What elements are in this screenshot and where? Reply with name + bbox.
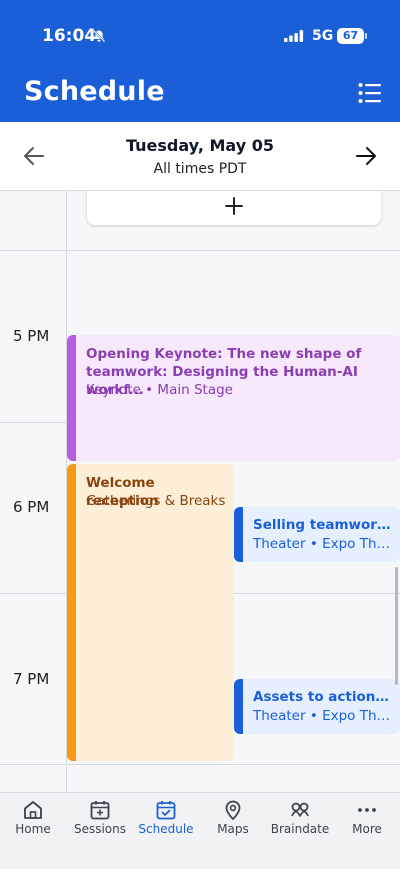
event-color-bar bbox=[67, 335, 76, 461]
status-bar: 16:04 5G 67 bbox=[0, 26, 400, 50]
timezone-label: All times PDT bbox=[153, 161, 247, 177]
tab-label: Maps bbox=[217, 822, 249, 836]
hour-line bbox=[0, 250, 400, 251]
add-event-button[interactable] bbox=[87, 191, 381, 225]
cellular-signal-icon bbox=[284, 30, 304, 42]
event-meta: Keynote • Main Stage bbox=[86, 382, 233, 398]
event-card-selling-teamwork[interactable]: Selling teamwork:... Theater • Expo The.… bbox=[234, 507, 400, 562]
date-navigator: Tuesday, May 05 All times PDT bbox=[0, 122, 400, 191]
list-view-icon[interactable] bbox=[358, 82, 382, 104]
app-header: 16:04 5G 67 Schedule bbox=[0, 0, 400, 122]
tab-label: Sessions bbox=[73, 822, 127, 836]
event-meta: Theater • Expo The... bbox=[253, 536, 393, 552]
tab-maps[interactable]: Maps bbox=[200, 793, 266, 849]
event-title: Selling teamwork:... bbox=[253, 517, 393, 533]
tab-label: Home bbox=[15, 822, 51, 836]
event-card-opening-keynote[interactable]: Opening Keynote: The new shape of teamwo… bbox=[67, 335, 400, 461]
battery-icon: 67 bbox=[337, 28, 367, 44]
tab-label: Braindate bbox=[270, 822, 330, 836]
calendar-check-icon bbox=[156, 801, 176, 820]
tab-braindate[interactable]: Braindate bbox=[267, 793, 333, 849]
tab-label: More bbox=[352, 822, 382, 836]
calendar-plus-icon bbox=[90, 801, 110, 820]
event-meta: Theater • Expo The... bbox=[253, 708, 393, 724]
bottom-tab-bar: Home Sessions Schedule Maps Braindate Mo… bbox=[0, 792, 400, 869]
map-pin-icon bbox=[225, 800, 241, 820]
muted-bell-icon bbox=[92, 29, 106, 43]
event-meta: Gatherings & Breaks bbox=[86, 493, 226, 509]
braindate-icon bbox=[291, 802, 309, 817]
home-icon bbox=[24, 801, 42, 819]
hour-line bbox=[0, 764, 400, 765]
tab-more[interactable]: More bbox=[334, 793, 400, 849]
event-title: Assets to action: A... bbox=[253, 689, 393, 705]
battery-level: 67 bbox=[337, 28, 364, 44]
selected-date: Tuesday, May 05 bbox=[125, 136, 274, 155]
page-title: Schedule bbox=[24, 76, 165, 107]
event-card-assets-to-action[interactable]: Assets to action: A... Theater • Expo Th… bbox=[234, 679, 400, 734]
next-day-arrow-icon[interactable] bbox=[354, 144, 378, 168]
event-color-bar bbox=[67, 464, 76, 761]
status-time: 16:04 bbox=[42, 26, 97, 46]
event-color-bar bbox=[234, 679, 243, 734]
network-type: 5G bbox=[312, 28, 334, 44]
tab-home[interactable]: Home bbox=[0, 793, 66, 849]
tab-sessions[interactable]: Sessions bbox=[67, 793, 133, 849]
more-dots-icon bbox=[358, 808, 376, 812]
schedule-grid[interactable]: 5 PM 6 PM 7 PM Opening Keynote: The new … bbox=[0, 191, 400, 792]
event-color-bar bbox=[234, 507, 243, 562]
tab-schedule[interactable]: Schedule bbox=[133, 793, 199, 849]
hour-label-7pm: 7 PM bbox=[13, 670, 50, 688]
hour-label-6pm: 6 PM bbox=[13, 498, 50, 516]
scrollbar[interactable] bbox=[395, 567, 398, 685]
tab-label: Schedule bbox=[138, 822, 194, 836]
hour-label-5pm: 5 PM bbox=[13, 327, 50, 345]
event-card-welcome-reception[interactable]: Welcome reception Gatherings & Breaks bbox=[67, 464, 234, 761]
plus-icon bbox=[225, 197, 243, 215]
